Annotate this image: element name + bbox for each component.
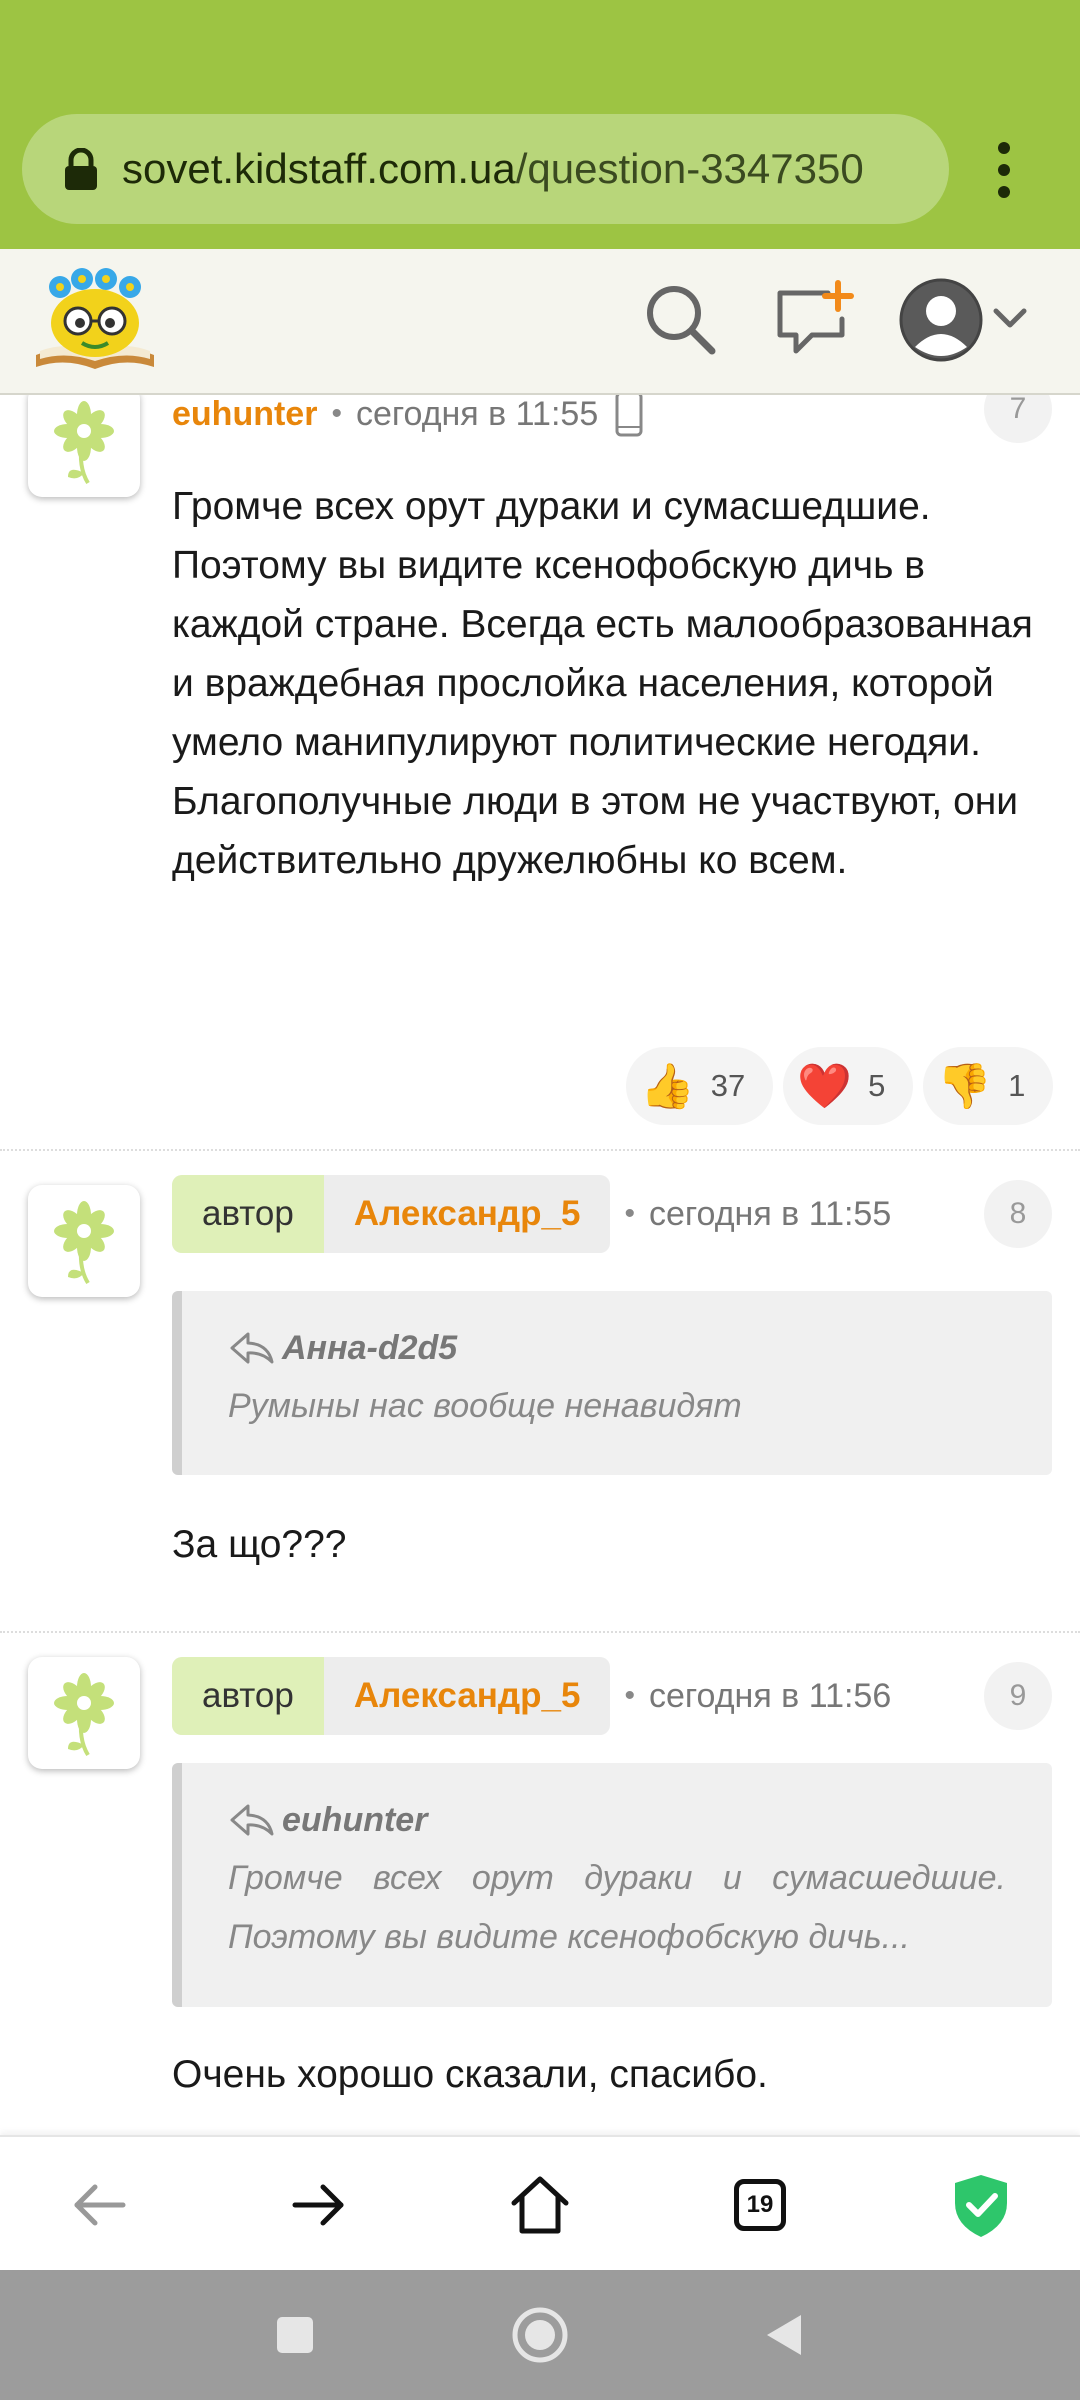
flower-avatar-icon [54,401,114,485]
comment-number[interactable]: 9 [984,1662,1052,1730]
search-icon[interactable] [640,279,720,359]
browser-bottom-toolbar: 19 [0,2135,1080,2270]
url-host: sovet.kidstaff.com.ua [122,145,516,192]
reaction-thumbs-up[interactable]: 👍 37 [626,1047,774,1125]
comment-meta: автор Александр_5 • сегодня в 11:56 [172,1657,891,1735]
site-header [0,249,1080,395]
quote-header: euhunter [228,1791,1006,1849]
comment-number[interactable]: 8 [984,1180,1052,1248]
commenter-avatar[interactable] [28,1185,140,1297]
commenter-avatar[interactable] [28,1657,140,1769]
reaction-count: 1 [1008,1068,1026,1103]
comment-author: Александр_5 [353,1194,581,1233]
comment-number[interactable]: 7 [984,395,1052,443]
quoted-message[interactable]: euhunter Громче всех орут дураки и сумас… [172,1763,1052,2007]
system-navigation-bar [0,2270,1080,2400]
chevron-down-icon[interactable] [990,303,1030,333]
comment-author[interactable]: euhunter [172,395,317,434]
user-avatar-icon[interactable] [898,277,984,363]
home-icon[interactable] [504,2169,576,2241]
quote-author: euhunter [282,1800,428,1839]
tabs-button[interactable]: 19 [724,2169,796,2241]
reaction-heart[interactable]: ❤️ 5 [783,1047,914,1125]
thumbs-up-icon: 👍 [640,1061,695,1112]
back-arrow-icon[interactable] [63,2169,135,2241]
commenter-avatar[interactable] [28,395,140,497]
author-chip[interactable]: автор Александр_5 [172,1657,611,1735]
tab-count: 19 [734,2179,786,2231]
comment-time: сегодня в 11:55 [355,395,599,433]
comment-divider [0,1631,1080,1633]
author-chip[interactable]: автор Александр_5 [172,1175,611,1253]
reactions: 👍 37 ❤️ 5 👎 1 [626,1047,1054,1125]
reply-arrow-icon [230,1332,274,1364]
comment-time: сегодня в 11:55 [648,1194,892,1233]
new-question-icon[interactable] [772,279,862,359]
quote-author: Анна-d2d5 [282,1328,458,1367]
reaction-thumbs-down[interactable]: 👎 1 [923,1047,1054,1125]
separator-dot: • [624,1679,635,1712]
author-role-badge: автор [172,1175,324,1253]
browser-top-bar: sovet.kidstaff.com.ua/question-3347350 [0,0,1080,249]
comment-text: Очень хорошо сказали, спасибо. [172,2053,768,2096]
quote-header: Анна-d2d5 [228,1319,1006,1377]
author-role-badge: автор [172,1657,324,1735]
reaction-count: 5 [868,1068,886,1103]
url-path: /question-3347350 [515,145,864,192]
comment-divider [0,1149,1080,1151]
quote-text-line: Громче всех орут дураки и сумасшедшие. [228,1859,1006,1897]
flower-avatar-icon [54,1201,114,1285]
heart-icon: ❤️ [797,1061,853,1112]
comment-time: сегодня в 11:56 [648,1676,892,1715]
lock-icon [65,148,97,190]
comment-author: Александр_5 [353,1676,581,1715]
reaction-count: 37 [710,1068,746,1103]
separator-dot: • [331,397,342,430]
comment-meta: euhunter • сегодня в 11:55 [172,395,644,453]
shield-check-icon[interactable] [945,2169,1017,2241]
separator-dot: • [624,1197,635,1230]
more-options-icon[interactable] [990,140,1018,200]
mobile-phone-icon [615,395,643,437]
reply-arrow-icon [230,1804,274,1836]
forward-arrow-icon[interactable] [283,2169,355,2241]
comment-meta: автор Александр_5 • сегодня в 11:55 [172,1175,891,1253]
kidstaff-logo-icon[interactable] [30,263,160,377]
quote-text: Румыны нас вообще ненавидят [228,1387,742,1425]
recents-square-icon[interactable] [265,2305,325,2365]
url-text: sovet.kidstaff.com.ua/question-3347350 [122,114,864,224]
back-triangle-icon[interactable] [755,2305,815,2365]
comment-text: Громче всех орут дураки и сумасшедшие. П… [172,485,1033,882]
thumbs-down-icon: 👎 [937,1061,993,1112]
comment-text: За що??? [172,1523,347,1566]
home-circle-icon[interactable] [510,2305,570,2365]
address-bar[interactable]: sovet.kidstaff.com.ua/question-3347350 [22,114,949,224]
flower-avatar-icon [54,1673,114,1757]
quote-text-line: Поэтому вы видите ксенофобскую дичь... [228,1918,910,1956]
comments-list: euhunter • сегодня в 11:55 7 Громче всех… [0,395,1080,2135]
quoted-message[interactable]: Анна-d2d5 Румыны нас вообще ненавидят [172,1291,1052,1475]
